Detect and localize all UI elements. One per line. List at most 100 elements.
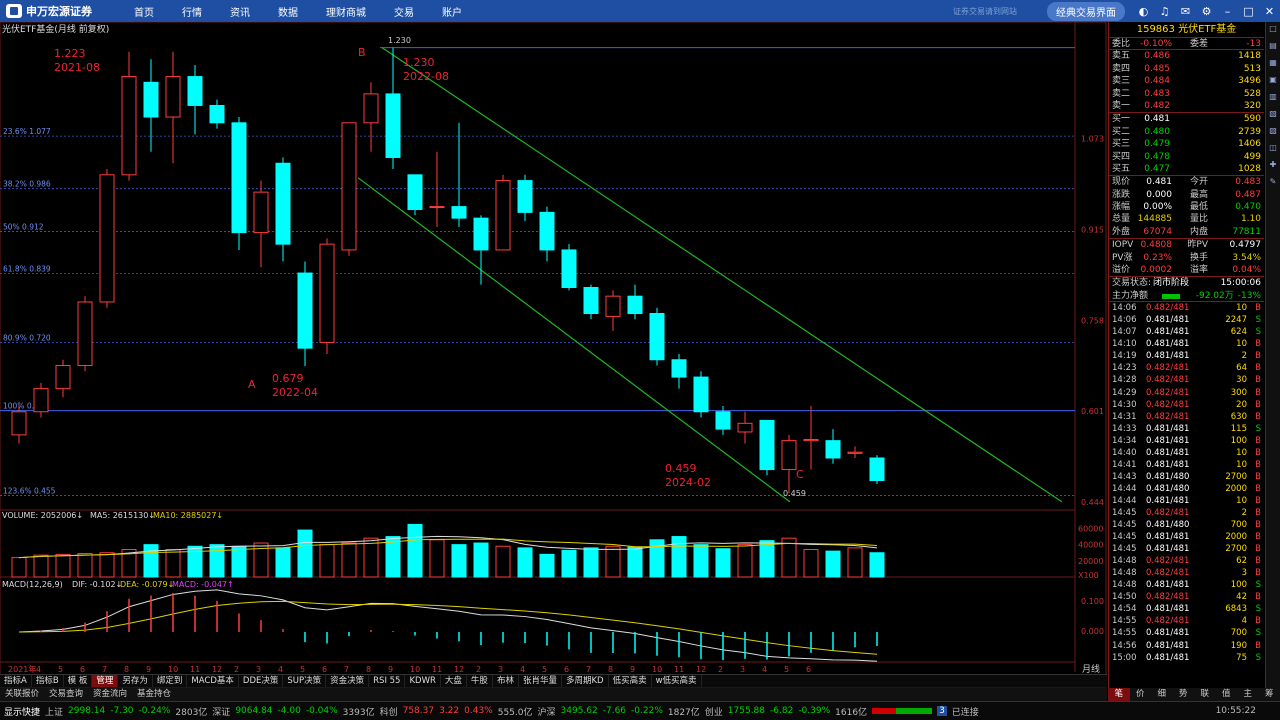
date-annotation: 2022-04 <box>272 386 318 399</box>
x-label: 11 <box>674 665 684 674</box>
right-tab[interactable]: 笔 <box>1108 688 1130 701</box>
x-label: 3 <box>740 665 745 674</box>
nav-item[interactable]: 交易 <box>394 4 414 19</box>
volume-bar <box>33 554 49 578</box>
indicator-tab[interactable]: KDWR <box>405 675 441 687</box>
sub-link[interactable]: 交易查询 <box>44 688 88 701</box>
tick-row: 14:45 0.481/480 700 B <box>1112 520 1261 531</box>
volume-bar <box>275 547 291 578</box>
x-label: 6 <box>806 665 811 674</box>
theme-icon[interactable]: ◐ <box>1133 5 1154 18</box>
x-label: 5 <box>542 665 547 674</box>
right-tab[interactable]: 值 <box>1216 688 1238 701</box>
volume-bar <box>55 553 71 578</box>
nav-item[interactable]: 数据 <box>278 4 298 19</box>
x-label: 11 <box>432 665 442 674</box>
right-tab[interactable]: 势 <box>1173 688 1195 701</box>
fib-label: 23.6% 1.077 <box>3 127 51 136</box>
toolbar-icon-2[interactable]: ▤ <box>1267 41 1279 56</box>
volume-bar <box>737 544 753 578</box>
maximize-icon[interactable]: □ <box>1238 5 1259 18</box>
tick-list: 14:06 0.482/481 10 B 14:06 0.481/481 2247 S 14:0… <box>1109 302 1264 663</box>
indicator-tab[interactable]: 大盘 <box>441 675 467 687</box>
indicator-tab[interactable]: 布林 <box>493 675 519 687</box>
order-level: 买二 0.480 2739 <box>1112 126 1261 137</box>
indicator-tab[interactable]: DDE决策 <box>239 675 284 687</box>
indicator-tab[interactable]: 另存为 <box>118 675 153 687</box>
low-marker: 0.459 <box>783 489 806 498</box>
indicator-tab[interactable]: 多周期KD <box>562 675 609 687</box>
headset-icon[interactable]: ♫ <box>1154 5 1175 18</box>
indicator-tab[interactable]: SUP决策 <box>283 675 327 687</box>
toolbar-icon-9[interactable]: ✚ <box>1267 160 1279 175</box>
indicator-tab[interactable]: 指标B <box>32 675 64 687</box>
tick-row: 14:34 0.481/481 100 B <box>1112 435 1261 446</box>
price-annotation: 0.459 <box>665 462 697 475</box>
indicator-tab[interactable]: w低买高卖 <box>652 675 702 687</box>
candle-body <box>847 451 863 454</box>
indicator-tab[interactable]: MACD基本 <box>187 675 239 687</box>
indicator-tab[interactable]: 管理 <box>92 675 119 687</box>
nav-item[interactable]: 资讯 <box>230 4 250 19</box>
broker-logo: 申万宏源证券 <box>0 3 120 19</box>
nav-item[interactable]: 理财商城 <box>326 4 366 19</box>
price-annotation: 1.230 <box>403 56 435 69</box>
right-tab[interactable]: 筹 <box>1259 688 1280 701</box>
classic-trade-button[interactable]: 经典交易界面 <box>1047 1 1125 21</box>
minimize-icon[interactable]: – <box>1217 5 1238 18</box>
toolbar-icon-8[interactable]: ◫ <box>1267 143 1279 158</box>
settings-icon[interactable]: ⚙ <box>1196 5 1217 18</box>
quick-display[interactable]: 显示快捷 <box>4 705 40 718</box>
toolbar-icon-3[interactable]: ▦ <box>1267 58 1279 73</box>
indicator-tab[interactable]: 绑定到 <box>153 675 188 687</box>
date-annotation: 2024-02 <box>665 476 711 489</box>
volume-header: VOLUME: 2052006↓ <box>2 511 83 520</box>
candle-body <box>627 295 643 315</box>
trade-hint: 证券交易请到网站 <box>953 6 1017 16</box>
sub-link[interactable]: 基金持仓 <box>132 688 176 701</box>
toolbar-icon-5[interactable]: ▥ <box>1267 92 1279 107</box>
volume-bar <box>341 542 357 578</box>
candle-body <box>869 457 885 482</box>
quote-title: 159863 光伏ETF基金 <box>1109 22 1264 38</box>
right-tab[interactable]: 主 <box>1237 688 1259 701</box>
right-tab[interactable]: 价 <box>1130 688 1152 701</box>
sub-link[interactable]: 资金流向 <box>88 688 132 701</box>
tick-row: 14:55 0.481/481 700 S <box>1112 628 1261 639</box>
indicator-tab[interactable]: RSI 55 <box>369 675 406 687</box>
close-icon[interactable]: ✕ <box>1259 5 1280 18</box>
sub-link[interactable]: 关联报价 <box>0 688 44 701</box>
indicator-tab[interactable]: 牛股 <box>467 675 493 687</box>
toolbar-icon-6[interactable]: ▧ <box>1267 109 1279 124</box>
top-nav-bar: 申万宏源证券 首页 行情 资讯 数据 理财商城 交易 账户 证券交易请到网站 经典交易界面 … <box>0 0 1280 22</box>
toolbar-icon-4[interactable]: ▣ <box>1267 75 1279 90</box>
indicator-tab[interactable]: 低买高卖 <box>609 675 652 687</box>
mail-icon[interactable]: ✉ <box>1175 5 1196 18</box>
nav-item[interactable]: 账户 <box>442 4 462 19</box>
toolbar-icon-10[interactable]: ✎ <box>1267 177 1279 192</box>
volume-bar <box>825 550 841 578</box>
candle-body <box>495 180 511 251</box>
indicator-tab[interactable]: 资金决策 <box>326 675 370 687</box>
tick-row: 14:45 0.481/481 2700 B <box>1112 544 1261 555</box>
indicator-tab[interactable]: 模 板 <box>64 675 93 687</box>
right-tab[interactable]: 细 <box>1151 688 1173 701</box>
fib-label: 38.2% 0.986 <box>3 180 51 189</box>
candle-body <box>759 419 775 471</box>
order-level: 卖三 0.484 3496 <box>1112 76 1261 87</box>
kline-chart[interactable]: 光伏ETF基金(月线 前复权) 23.6% 1.077 38.2% 0.986 50%… <box>0 22 1107 688</box>
indicator-tab[interactable]: 张肖华量 <box>519 675 562 687</box>
order-level: 卖一 0.482 320 <box>1112 100 1261 111</box>
indicator-tab[interactable]: 指标A <box>0 675 32 687</box>
toolbar-icon-7[interactable]: ▨ <box>1267 126 1279 141</box>
x-label: 10 <box>168 665 178 674</box>
candle-body <box>781 440 797 471</box>
x-label: 7 <box>344 665 349 674</box>
weibi-row: 委比 -0.10% 委差 -13 <box>1109 38 1264 51</box>
volume-bar <box>627 546 643 578</box>
side-toolbar: □ ▤ ▦ ▣ ▥ ▧ ▨ ◫ ✚ ✎ <box>1265 22 1280 688</box>
nav-item[interactable]: 行情 <box>182 4 202 19</box>
nav-item[interactable]: 首页 <box>134 4 154 19</box>
toolbar-icon-1[interactable]: □ <box>1267 24 1279 39</box>
right-tab[interactable]: 联 <box>1194 688 1216 701</box>
